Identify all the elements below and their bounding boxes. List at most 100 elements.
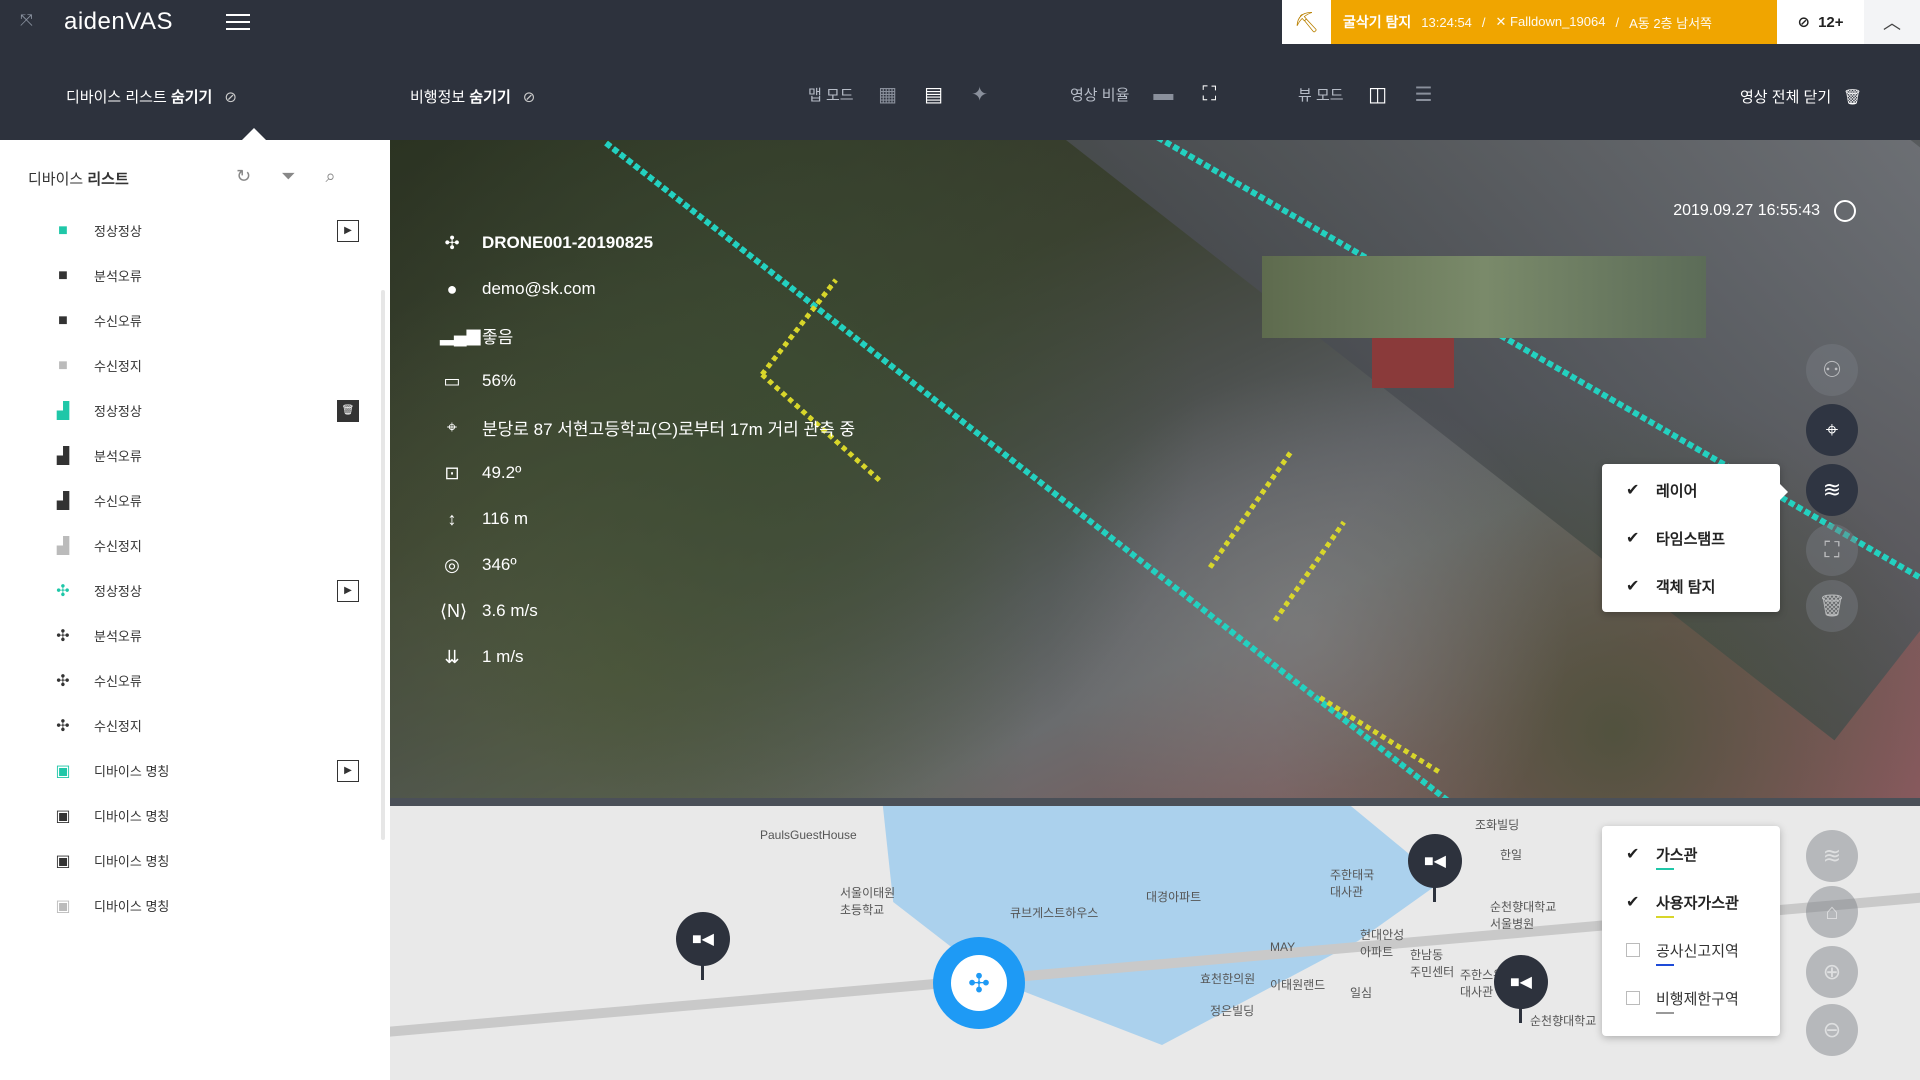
layer-option[interactable]: ✔ 객체 탐지 (1602, 562, 1780, 610)
scrollbar[interactable] (381, 290, 385, 840)
map-layers-button[interactable]: ≋ (1806, 830, 1858, 882)
play-device-button[interactable]: ▶ (337, 219, 359, 242)
device-list-item[interactable]: ▣ 디바이스 명칭 (0, 793, 380, 838)
camera-map-pin-3[interactable]: ■◀ (1494, 955, 1548, 1023)
drone-icon: ✣ (56, 717, 70, 735)
hide-flight-info-button[interactable]: 비행정보 숨기기 ⊘ (410, 86, 535, 107)
target-button[interactable]: ⌖ (1806, 404, 1858, 456)
layers-button[interactable]: ≋ (1806, 464, 1858, 516)
device-list-item[interactable]: ▟ 분석오류 (0, 433, 380, 478)
delete-device-button[interactable]: 🗑 (337, 399, 359, 422)
view-mode-group: 뷰 모드 ◫ ☰ (1298, 82, 1436, 106)
gimbal-angle: 49.2º (482, 463, 522, 482)
signal-icon: ▂▄▆ (440, 324, 481, 345)
map-layer-option[interactable]: ✔ 가스관 (1602, 830, 1780, 878)
speed-icon: ⟨N⟩ (440, 600, 468, 621)
device-list-item[interactable]: ■ 분석오류 (0, 253, 380, 298)
device-list-item-label: 수신정지 (94, 539, 142, 554)
camera-icon: ■ (58, 356, 68, 374)
layer-color-swatch (1656, 916, 1674, 918)
device-list-item-label: 수신오류 (94, 314, 142, 329)
close-all-label: 영상 전체 닫기 (1740, 89, 1832, 106)
alert-count-badge[interactable]: ⊘ 12+ (1777, 0, 1864, 44)
play-device-button[interactable]: ▶ (337, 759, 359, 782)
map-layer-option[interactable]: ✔ 사용자가스관 (1602, 878, 1780, 926)
split-vertical-icon[interactable]: ◫ (1366, 82, 1390, 106)
search-icon[interactable]: ⌕ (326, 166, 336, 187)
hamburger-menu-icon[interactable] (226, 14, 250, 30)
video-camera-icon: ■◀ (1424, 853, 1446, 870)
ratio-fill-icon[interactable]: ⛶ (1197, 82, 1221, 106)
layer-options-popover: ✔ 레이어 ✔ 타임스탬프 ✔ 객체 탐지 (1602, 464, 1788, 612)
device-list-item[interactable]: ■ 정상정상 ▶ (0, 208, 380, 253)
split-divider[interactable] (390, 798, 1920, 806)
fullscreen-video-button[interactable]: ⛶ (1806, 524, 1858, 576)
zoom-out-button[interactable]: ⊖ (1806, 1004, 1858, 1056)
drone-map-pin[interactable]: ✣ (933, 937, 1025, 1029)
ratio-fit-icon[interactable]: ▬ (1151, 82, 1175, 106)
user-email: demo@sk.com (482, 279, 596, 298)
map-layer-option[interactable]: 공사신고지역 (1602, 926, 1780, 974)
play-device-button[interactable]: ▶ (337, 579, 359, 602)
device-list-item[interactable]: ▟ 정상정상 🗑 (0, 388, 380, 433)
filter-icon[interactable]: ⏷ (281, 166, 295, 187)
map-mode-group: 맵 모드 ▦ ▤ ✦ (808, 82, 992, 106)
device-list-item[interactable]: ▟ 수신정지 (0, 523, 380, 568)
device-list-item[interactable]: ✣ 수신오류 (0, 658, 380, 703)
drone-icon: ✣ (951, 955, 1007, 1011)
device-list-item[interactable]: ▟ 수신오류 (0, 478, 380, 523)
sidebar-caret (242, 128, 266, 140)
alert-location: A동 2층 남서쪽 (1629, 15, 1713, 31)
delete-video-button[interactable]: 🗑 (1806, 580, 1858, 632)
refresh-icon[interactable]: ↻ (236, 166, 251, 187)
layer-option-label: 객체 탐지 (1656, 578, 1716, 596)
alert-separator-2: / (1615, 14, 1620, 30)
drone-off-icon: ✣ (56, 627, 70, 645)
speed: 3.6 m/s (482, 601, 538, 620)
location-pin-icon: ⌖ (446, 416, 458, 437)
device-list-item-label: 수신오류 (94, 494, 142, 509)
map-place-label: 주한태국 대사관 (1330, 868, 1375, 899)
zoom-in-button[interactable]: ⊕ (1806, 946, 1858, 998)
map-icon[interactable]: ▤ (922, 82, 946, 106)
camera-map-pin-2[interactable]: ■◀ (1408, 834, 1462, 902)
device-list-item[interactable]: ✣ 분석오류 (0, 613, 380, 658)
fullscreen-icon: ⛶ (1824, 537, 1840, 562)
device-list-label: 디바이스 리스트 (66, 89, 171, 106)
alert-banner[interactable]: ⛏ 굴삭기 탐지 13:24:54 / ✕ Falldown_19064 / A… (1282, 0, 1777, 44)
device-list-item[interactable]: ✣ 수신정지 (0, 703, 380, 748)
layer-option[interactable]: ✔ 타임스탬프 (1602, 514, 1780, 562)
zoom-out-icon: ⊖ (1822, 1017, 1842, 1042)
close-all-video-button[interactable]: 영상 전체 닫기 🗑 (1740, 86, 1862, 107)
collapse-up-button[interactable]: ︿ (1864, 0, 1920, 44)
trash-icon: 🗑 (1843, 88, 1863, 106)
map-home-button[interactable]: ⌂ (1806, 886, 1858, 938)
satellite-icon[interactable]: ✦ (968, 82, 992, 106)
fullscreen-icon[interactable]: ⤧ (20, 12, 40, 32)
split-horizontal-icon[interactable]: ☰ (1412, 82, 1436, 106)
device-list-item-label: 정상정상 (94, 224, 142, 239)
checkmark-icon: ✔ (1626, 530, 1640, 547)
altitude-icon: ↕ (447, 508, 457, 529)
hide-device-list-button[interactable]: 디바이스 리스트 숨기기 ⊘ (66, 86, 237, 107)
map-place-label: 한남동 주민센터 (1410, 948, 1455, 979)
layer-option[interactable]: ✔ 레이어 (1602, 466, 1780, 514)
device-list-item[interactable]: ▣ 디바이스 명칭 (0, 883, 380, 928)
camera-map-pin[interactable]: ■◀ (676, 912, 730, 980)
map-place-label: 대경아파트 (1146, 890, 1202, 904)
battery-icon: ▭ (443, 370, 461, 391)
drone-name: DRONE001-20190825 (482, 233, 654, 252)
device-off-icon: ▣ (55, 807, 71, 825)
map-layer-option[interactable]: 비행제한구역 (1602, 974, 1780, 1022)
device-list-item[interactable]: ✣ 정상정상 ▶ (0, 568, 380, 613)
vehicle-warning-icon: ▟ (56, 492, 70, 510)
device-list-item[interactable]: ■ 수신정지 (0, 343, 380, 388)
device-list-item[interactable]: ▣ 디바이스 명칭 (0, 838, 380, 883)
person-detect-button[interactable]: ⚇ (1806, 344, 1858, 396)
user-icon: ● (446, 278, 458, 299)
device-list-item[interactable]: ▣ 디바이스 명칭 ▶ (0, 748, 380, 793)
device-list-item[interactable]: ■ 수신오류 (0, 298, 380, 343)
map-layer-icon[interactable]: ▦ (876, 82, 900, 106)
clock-icon[interactable] (1834, 200, 1856, 222)
checkmark-icon: ✔ (1626, 846, 1640, 863)
